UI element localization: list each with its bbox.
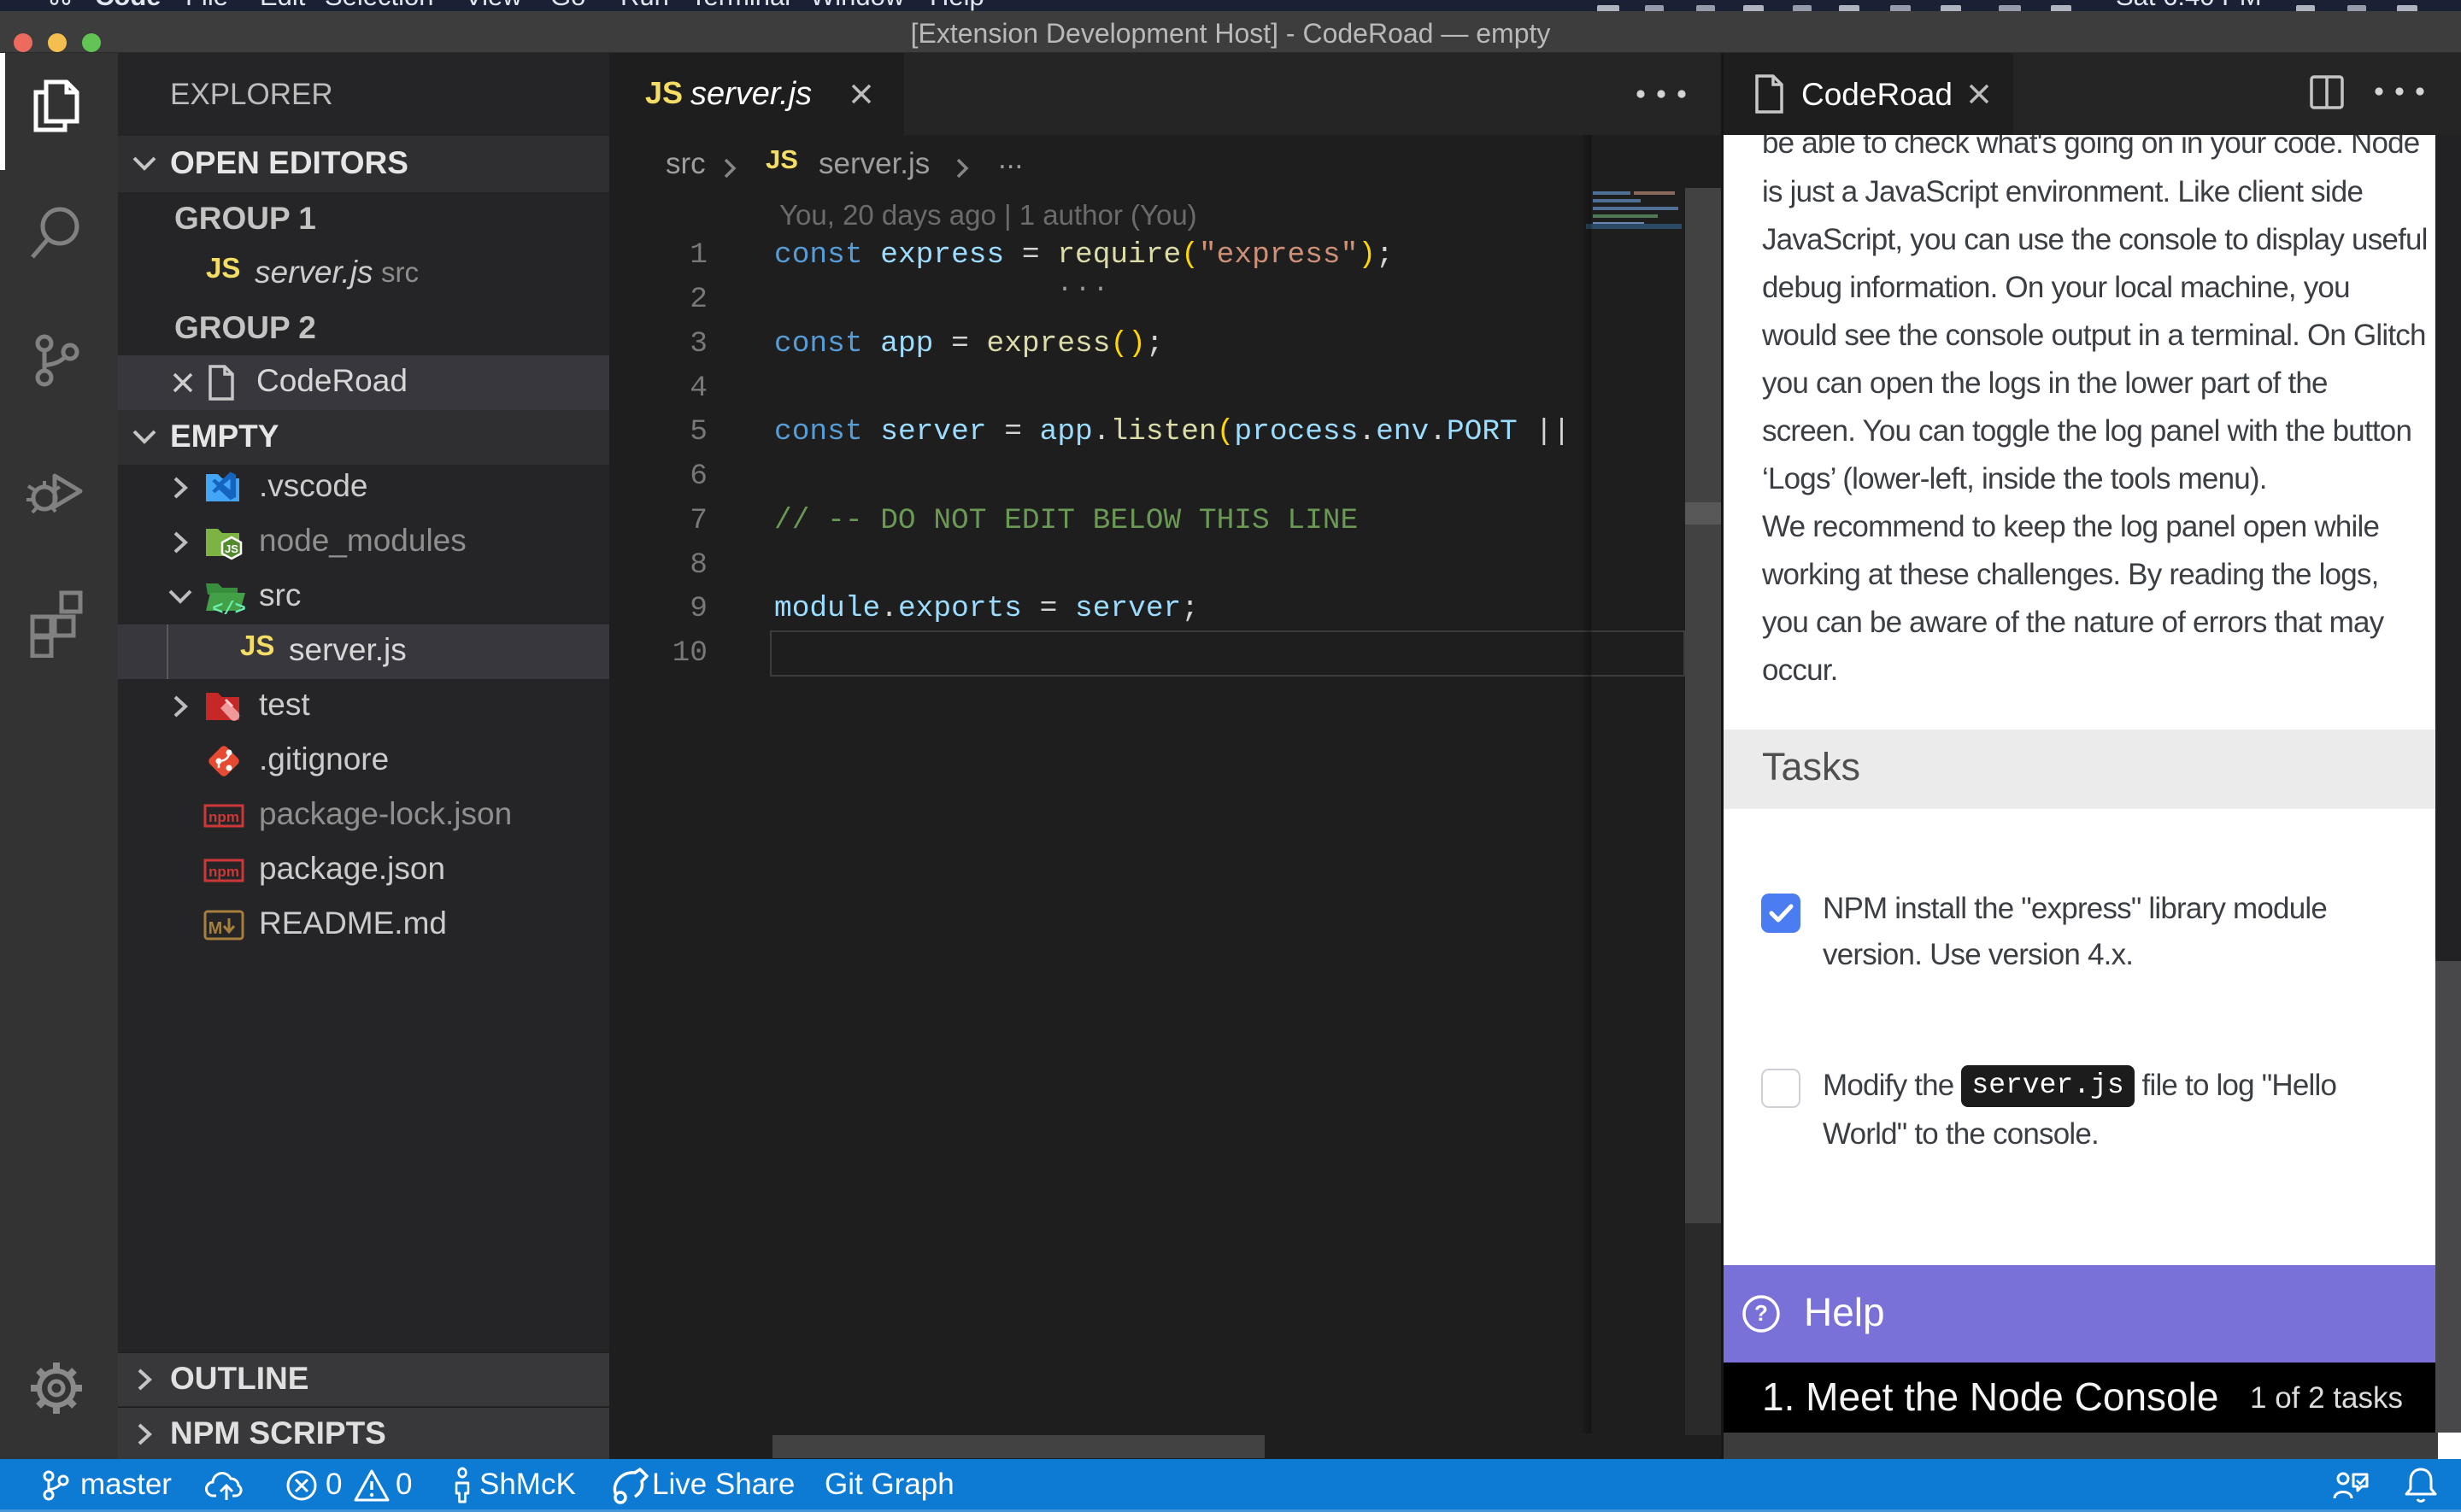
svg-text:npm: npm [209, 809, 239, 825]
svg-text:JS: JS [225, 542, 238, 555]
svg-text:?: ? [1754, 1300, 1768, 1326]
svg-text:</>: </> [212, 599, 246, 618]
svg-text:M: M [209, 919, 223, 938]
svg-text:npm: npm [209, 864, 239, 880]
